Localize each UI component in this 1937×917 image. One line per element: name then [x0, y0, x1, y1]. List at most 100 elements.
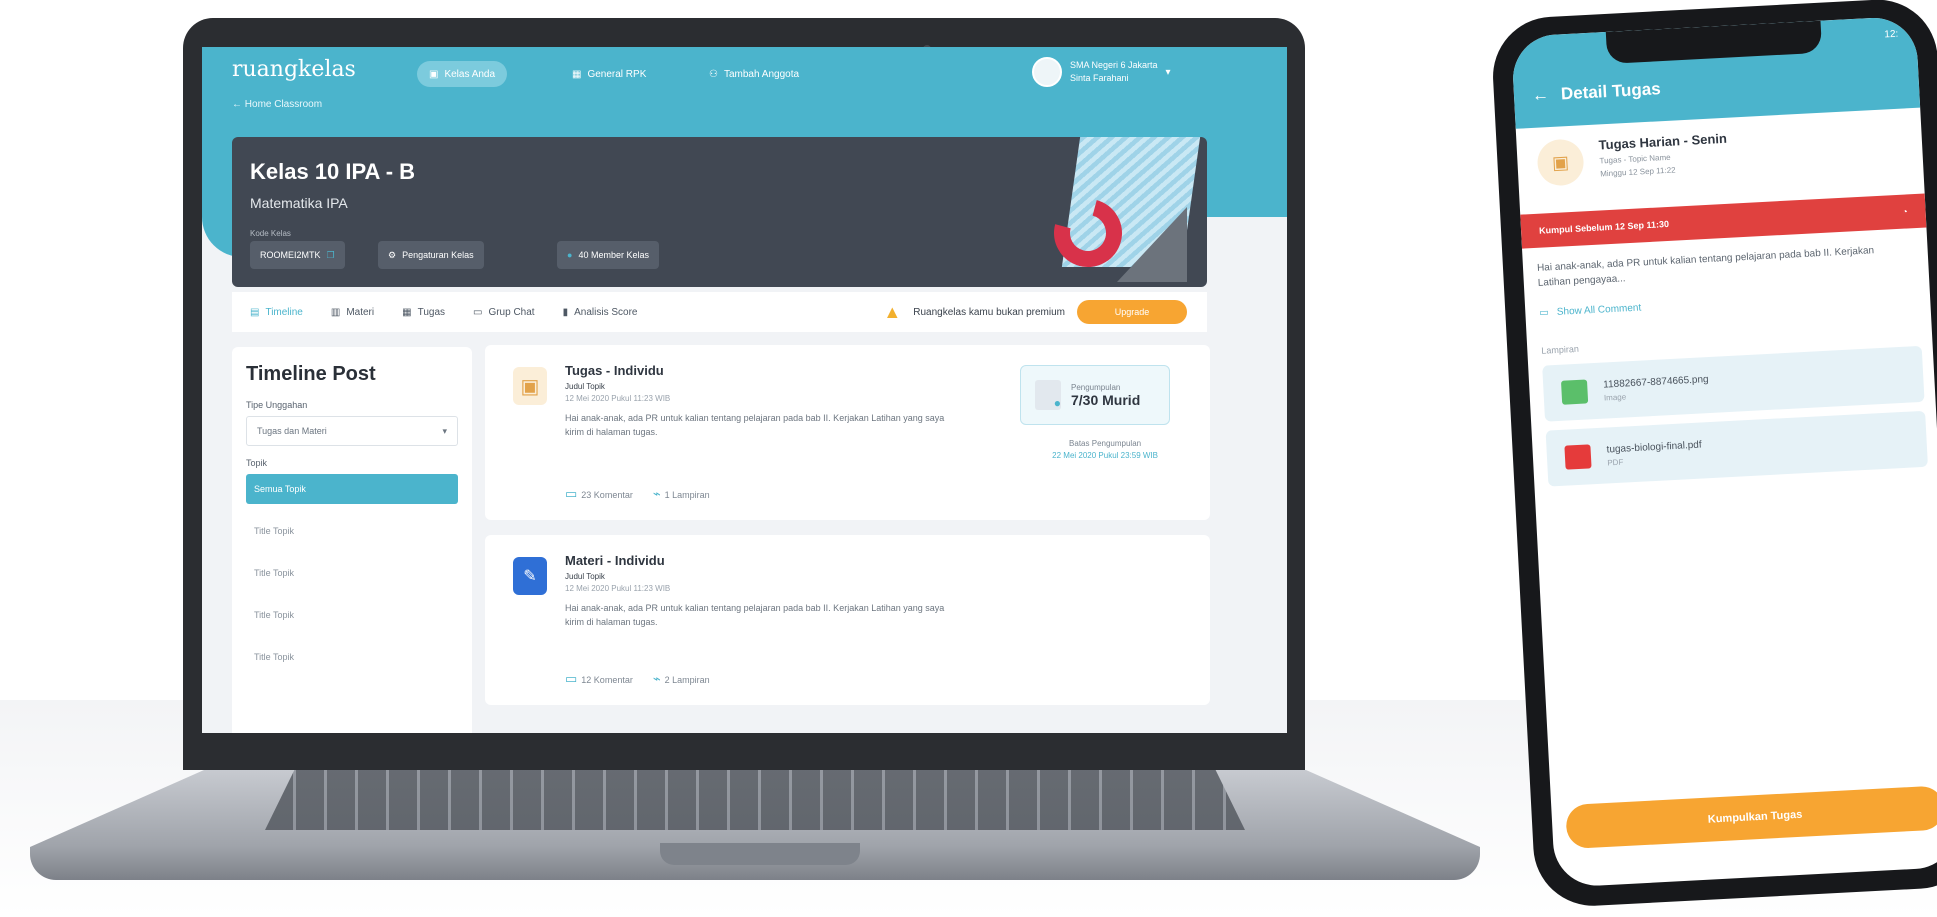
- chevron-down-icon: ▾: [1165, 66, 1171, 78]
- post-title: Materi - Individu: [565, 553, 665, 568]
- tab-bar: ▤ Timeline ▥ Materi ▦ Tugas ▭ Grup Chat ▮ Ana…: [232, 292, 1207, 332]
- tab-timeline[interactable]: ▤ Timeline: [250, 307, 303, 318]
- assignment-icon: ▣: [1536, 138, 1585, 187]
- deadline-label: Batas Pengumpulan: [1069, 439, 1142, 448]
- tab-label: Grup Chat: [488, 306, 535, 318]
- topic-item[interactable]: Title Topik: [246, 600, 458, 630]
- user-name: Sinta Farahani: [1070, 73, 1129, 83]
- timeline-post[interactable]: ▣ Tugas - Individu Judul Topik 12 Mei 20…: [485, 345, 1210, 520]
- user-info: SMA Negeri 6 Jakarta Sinta Farahani: [1070, 59, 1158, 85]
- class-code: ROOMEI2MTK: [260, 250, 321, 260]
- nav-label: General RPK: [587, 68, 647, 80]
- bar-chart-icon: ▮: [562, 306, 569, 318]
- attachments-link[interactable]: ⌁ 1 Lampiran: [653, 486, 710, 502]
- show-all-comments-link[interactable]: ▭ Show All Comment: [1539, 302, 1641, 318]
- sidebar-title: Timeline Post: [246, 363, 376, 385]
- comment-icon: ▭: [565, 671, 578, 686]
- attachments-link[interactable]: ⌁ 2 Lampiran: [653, 671, 710, 687]
- class-card: Kelas 10 IPA - B Matematika IPA Kode Kel…: [232, 137, 1207, 287]
- post-footer: ▭ 23 Komentar ⌁ 1 Lampiran: [565, 486, 710, 502]
- submission-status[interactable]: ● Pengumpulan 7/30 Murid: [1020, 365, 1170, 425]
- user-school: SMA Negeri 6 Jakarta: [1070, 60, 1158, 70]
- task-description: Hai anak-anak, ada PR untuk kalian tenta…: [1536, 245, 1875, 289]
- attachment-item[interactable]: tugas-biologi-final.pdf PDF: [1545, 410, 1928, 487]
- topic-item[interactable]: Title Topik: [246, 516, 458, 546]
- add-user-icon: ⚇: [709, 68, 718, 80]
- nav-general[interactable]: ▦ General RPK: [560, 61, 658, 87]
- post-date: 12 Mei 2020 Pukul 11:23 WIB: [565, 584, 671, 593]
- paperclip-icon: ⌁: [652, 486, 661, 501]
- back-arrow-icon[interactable]: ←: [1532, 85, 1550, 106]
- attachments-count: 1 Lampiran: [664, 490, 710, 500]
- tab-materi[interactable]: ▥ Materi: [331, 307, 374, 318]
- attachment-type: Image: [1603, 391, 1627, 403]
- attachment-item[interactable]: 11882667-8874665.png Image: [1542, 345, 1925, 422]
- image-file-icon: [1560, 379, 1589, 405]
- post-topic: Judul Topik: [565, 572, 605, 581]
- comments-count: 23 Komentar: [581, 490, 633, 500]
- attachment-name: tugas-biologi-final.pdf: [1606, 439, 1702, 455]
- laptop-screen: ruangkelas ← Home Classroom ▣ Kelas Anda …: [202, 47, 1287, 733]
- comments-count: 12 Komentar: [581, 675, 633, 685]
- topic-item[interactable]: Title Topik: [246, 558, 458, 588]
- attachments-label: Lampiran: [1541, 343, 1580, 356]
- filter-label: Tipe Unggahan: [246, 400, 308, 410]
- post-body: Hai anak-anak, ada PR untuk kalian tenta…: [565, 413, 945, 437]
- deadline: Batas Pengumpulan 22 Mei 2020 Pukul 23:5…: [1052, 439, 1158, 460]
- submit-assignment-button[interactable]: Kumpulkan Tugas: [1565, 785, 1937, 850]
- tab-grup-chat[interactable]: ▭ Grup Chat: [473, 307, 535, 318]
- timeline-sidebar: Timeline Post Tipe Unggahan Tugas dan Ma…: [232, 347, 472, 733]
- class-settings-button[interactable]: ⚙ Pengaturan Kelas: [378, 241, 484, 269]
- nav-kelas-anda[interactable]: ▣ Kelas Anda: [417, 61, 508, 87]
- comments-link[interactable]: ▭ 12 Komentar: [565, 671, 633, 687]
- material-icon: ✎: [513, 557, 547, 595]
- app-logo[interactable]: ruangkelas: [232, 57, 356, 82]
- copy-icon: ❐: [326, 249, 335, 260]
- clipboard-icon: ▦: [402, 306, 412, 318]
- paperclip-icon: ⌁: [652, 671, 661, 686]
- clock-icon: ◔: [1901, 206, 1908, 217]
- ruler-triangle-illustration: [1117, 207, 1187, 282]
- back-link[interactable]: ← Home Classroom: [232, 99, 322, 110]
- promo-text: Ruangkelas kamu bukan premium: [913, 306, 1065, 318]
- premium-promo: ▲ Ruangkelas kamu bukan premium Upgrade: [883, 300, 1187, 324]
- post-footer: ▭ 12 Komentar ⌁ 2 Lampiran: [565, 671, 710, 687]
- comments-link[interactable]: ▭ 23 Komentar: [565, 486, 633, 502]
- deadline-banner: Kumpul Sebelum 12 Sep 11:30 ◔: [1520, 193, 1927, 249]
- user-menu[interactable]: SMA Negeri 6 Jakarta Sinta Farahani ▾: [1032, 57, 1171, 87]
- tab-analisis-score[interactable]: ▮ Analisis Score: [563, 307, 638, 318]
- deadline-text: Kumpul Sebelum 12 Sep 11:30: [1538, 218, 1670, 236]
- members-button[interactable]: ● 40 Member Kelas: [557, 241, 659, 269]
- attachment-type: PDF: [1607, 457, 1624, 467]
- bell-icon: ▲: [883, 301, 902, 322]
- users-icon: ●: [567, 250, 573, 260]
- document-icon: ●: [1035, 380, 1061, 410]
- comment-icon: ▭: [565, 486, 578, 501]
- select-value: Tugas dan Materi: [257, 426, 327, 436]
- topic-label: Topik: [246, 458, 268, 468]
- class-subject: Matematika IPA: [250, 195, 348, 211]
- book-icon: ▥: [330, 306, 341, 318]
- status-time: 12:: [1884, 28, 1899, 41]
- submission-value: 7/30 Murid: [1071, 391, 1141, 408]
- nav-label: Tambah Anggota: [723, 68, 800, 80]
- class-code-chip[interactable]: ROOMEI2MTK ❐: [250, 241, 345, 269]
- nav-tambah-anggota[interactable]: ⚇ Tambah Anggota: [697, 61, 811, 87]
- laptop-hinge-notch: [660, 843, 860, 865]
- topic-item[interactable]: Title Topik: [246, 642, 458, 672]
- upload-type-select[interactable]: Tugas dan Materi ▾: [246, 416, 458, 446]
- topic-item-all[interactable]: Semua Topik: [246, 474, 458, 504]
- tab-label: Materi: [346, 306, 375, 318]
- task-header: ▣ Tugas Harian - Senin Tugas - Topic Nam…: [1536, 131, 1728, 187]
- task-title: Tugas Harian - Senin: [1598, 130, 1728, 153]
- timeline-icon: ▤: [250, 306, 260, 318]
- timeline-post[interactable]: ✎ Materi - Individu Judul Topik 12 Mei 2…: [485, 535, 1210, 705]
- upgrade-button[interactable]: Upgrade: [1077, 300, 1187, 324]
- phone-frame: 12: ← Detail Tugas ▣ Tugas Harian - Seni…: [1490, 0, 1937, 909]
- tab-tugas[interactable]: ▦ Tugas: [402, 307, 445, 318]
- show-all-label: Show All Comment: [1556, 302, 1642, 318]
- tab-label: Timeline: [265, 306, 303, 318]
- assignment-icon: ▣: [513, 367, 547, 405]
- laptop-keyboard: [265, 770, 1245, 830]
- class-icon: ▣: [429, 68, 439, 80]
